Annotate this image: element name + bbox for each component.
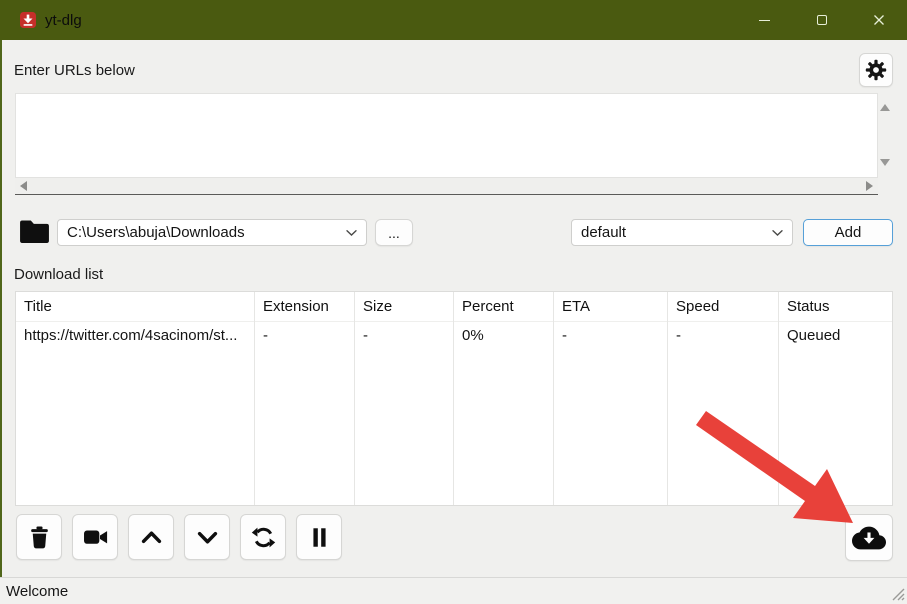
chevron-down-icon bbox=[346, 230, 357, 236]
row-cell-eta[interactable]: - bbox=[554, 322, 667, 350]
close-icon bbox=[873, 14, 885, 26]
column-header-percent[interactable]: Percent bbox=[454, 292, 553, 322]
browse-button[interactable]: ... bbox=[375, 219, 413, 246]
enter-urls-label: Enter URLs below bbox=[14, 62, 135, 79]
watch-video-button[interactable] bbox=[72, 514, 118, 560]
titlebar[interactable]: yt-dlg bbox=[0, 0, 907, 40]
chevron-down-icon bbox=[194, 524, 221, 551]
column-title: Title https://twitter.com/4sacinom/st... bbox=[16, 292, 255, 505]
row-cell-speed[interactable]: - bbox=[668, 322, 778, 350]
row-cell-title[interactable]: https://twitter.com/4sacinom/st... bbox=[16, 322, 254, 350]
column-header-title[interactable]: Title bbox=[16, 292, 254, 322]
column-header-status[interactable]: Status bbox=[779, 292, 892, 322]
column-percent: Percent 0% bbox=[454, 292, 554, 505]
download-list-table: Title https://twitter.com/4sacinom/st...… bbox=[15, 291, 893, 506]
pause-icon bbox=[306, 524, 333, 551]
scroll-right-icon[interactable] bbox=[866, 181, 873, 191]
video-camera-icon bbox=[82, 524, 109, 551]
app-icon bbox=[20, 12, 36, 28]
scroll-left-icon[interactable] bbox=[20, 181, 27, 191]
maximize-button[interactable] bbox=[793, 0, 850, 40]
move-down-button[interactable] bbox=[184, 514, 230, 560]
column-size: Size - bbox=[355, 292, 454, 505]
pause-button[interactable] bbox=[296, 514, 342, 560]
scroll-down-icon[interactable] bbox=[880, 159, 890, 166]
browse-button-label: ... bbox=[388, 225, 400, 241]
horizontal-scrollbar[interactable] bbox=[15, 178, 878, 195]
column-status: Status Queued bbox=[779, 292, 892, 505]
url-textarea[interactable] bbox=[15, 93, 878, 178]
add-button[interactable]: Add bbox=[803, 219, 893, 246]
column-header-eta[interactable]: ETA bbox=[554, 292, 667, 322]
status-text: Welcome bbox=[6, 583, 68, 600]
row-cell-size[interactable]: - bbox=[355, 322, 453, 350]
resize-grip-icon[interactable] bbox=[892, 588, 905, 601]
yt-dlg-window: yt-dlg Enter URLs below bbox=[0, 0, 907, 604]
maximize-icon bbox=[817, 15, 827, 25]
column-header-size[interactable]: Size bbox=[355, 292, 453, 322]
close-button[interactable] bbox=[850, 0, 907, 40]
chevron-up-icon bbox=[138, 524, 165, 551]
sync-arrows-icon bbox=[250, 524, 277, 551]
move-up-button[interactable] bbox=[128, 514, 174, 560]
trash-icon bbox=[26, 524, 53, 551]
row-cell-status[interactable]: Queued bbox=[779, 322, 892, 350]
download-list-label: Download list bbox=[14, 266, 103, 283]
url-input-panel bbox=[15, 93, 892, 197]
minimize-icon bbox=[759, 20, 770, 21]
chevron-down-icon bbox=[772, 230, 783, 236]
download-path-combobox[interactable]: C:\Users\abuja\Downloads bbox=[57, 219, 367, 246]
delete-button[interactable] bbox=[16, 514, 62, 560]
statusbar: Welcome bbox=[0, 577, 907, 604]
scroll-up-icon[interactable] bbox=[880, 104, 890, 111]
settings-button[interactable] bbox=[859, 53, 893, 87]
add-button-label: Add bbox=[835, 224, 862, 241]
folder-icon bbox=[18, 218, 51, 246]
column-speed: Speed - bbox=[668, 292, 779, 505]
profile-value: default bbox=[581, 224, 772, 241]
download-path-value: C:\Users\abuja\Downloads bbox=[67, 224, 346, 241]
row-cell-percent[interactable]: 0% bbox=[454, 322, 553, 350]
gear-icon bbox=[864, 58, 888, 82]
column-eta: ETA - bbox=[554, 292, 668, 505]
column-header-speed[interactable]: Speed bbox=[668, 292, 778, 322]
column-extension: Extension - bbox=[255, 292, 355, 505]
window-title: yt-dlg bbox=[45, 12, 82, 29]
minimize-button[interactable] bbox=[736, 0, 793, 40]
vertical-scrollbar[interactable] bbox=[878, 93, 892, 178]
reload-button[interactable] bbox=[240, 514, 286, 560]
profile-combobox[interactable]: default bbox=[571, 219, 793, 246]
window-border-left bbox=[0, 40, 2, 604]
row-cell-extension[interactable]: - bbox=[255, 322, 354, 350]
cloud-download-icon bbox=[852, 523, 886, 553]
start-downloads-button[interactable] bbox=[845, 514, 893, 561]
column-header-extension[interactable]: Extension bbox=[255, 292, 354, 322]
open-folder-button[interactable] bbox=[15, 215, 53, 248]
